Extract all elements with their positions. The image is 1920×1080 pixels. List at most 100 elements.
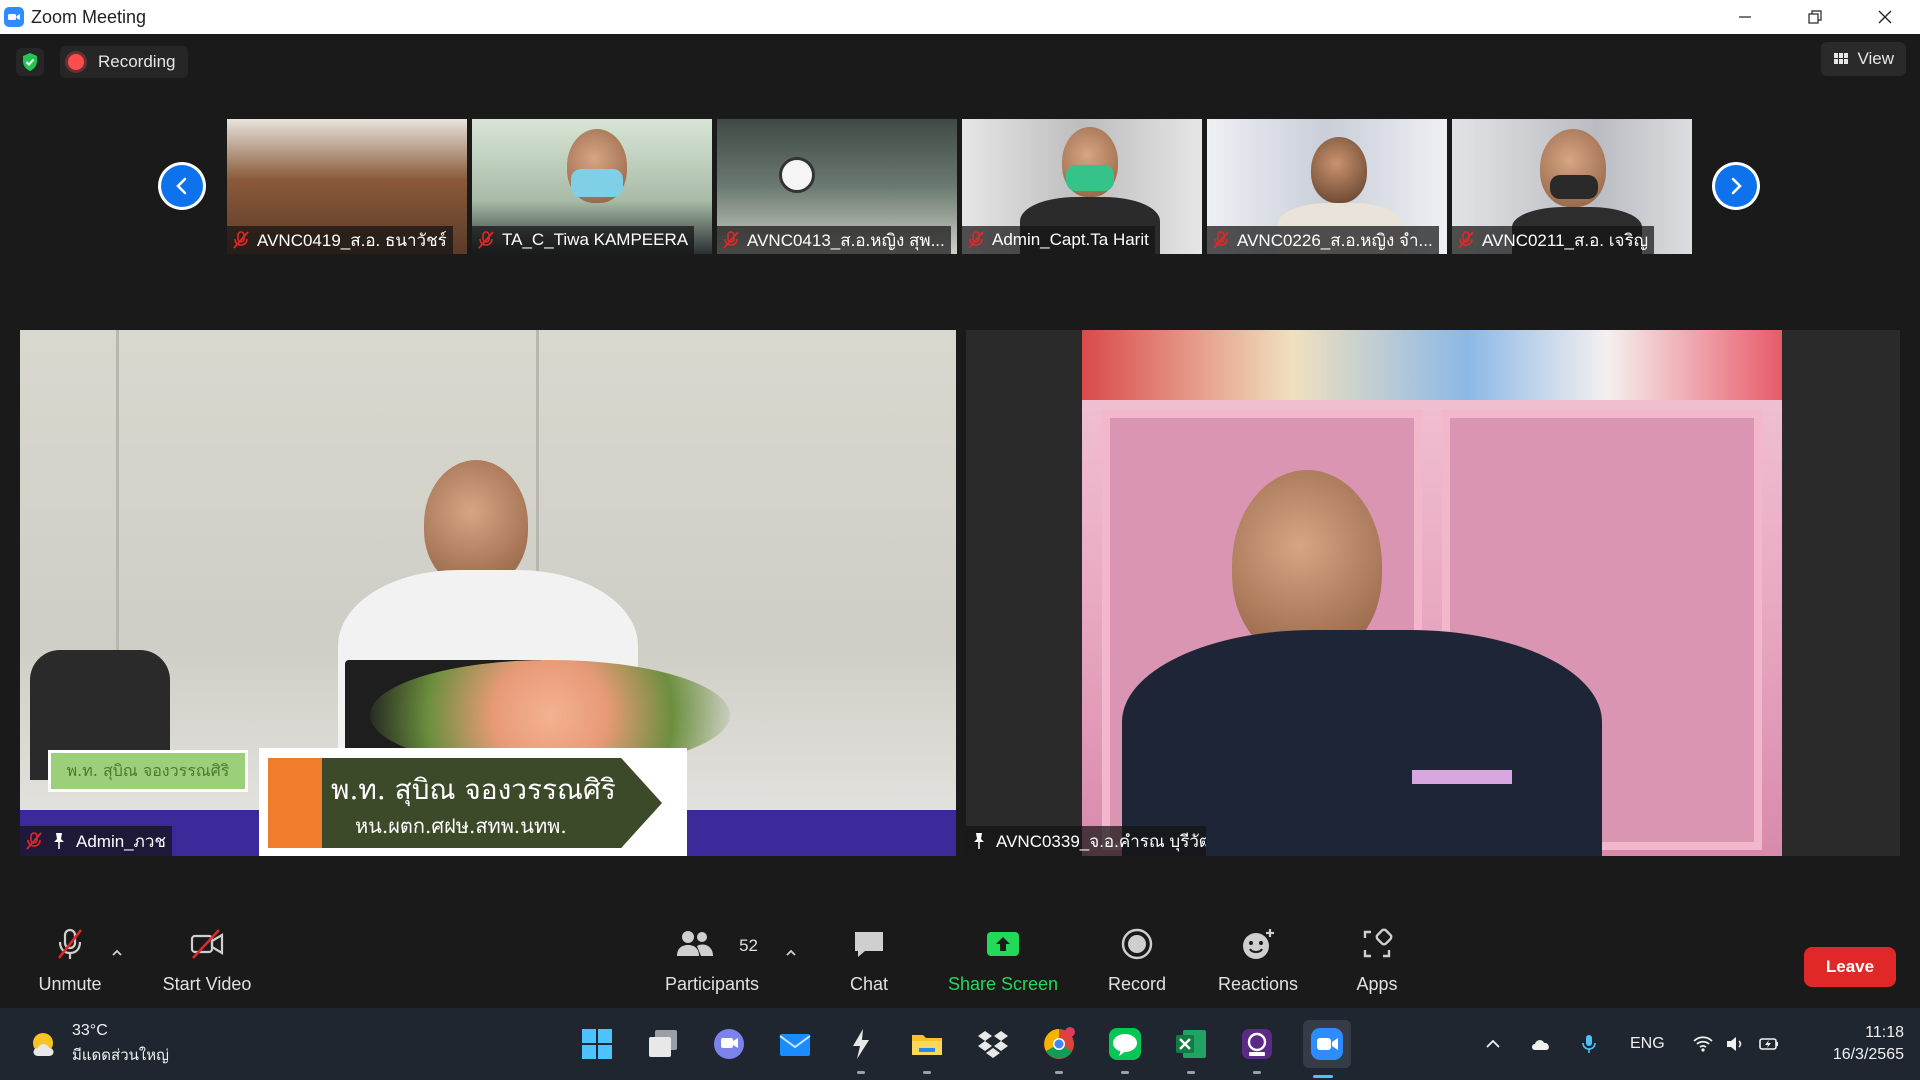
chat-icon — [855, 932, 883, 957]
share-screen-button[interactable]: Share Screen — [944, 918, 1062, 1008]
participant-name: AVNC0413_ส.อ.หญิง สุพ... — [747, 230, 945, 250]
participants-icon — [677, 931, 713, 956]
mic-muted-icon — [968, 231, 984, 249]
apps-button[interactable]: Apps — [1346, 918, 1408, 1008]
taskbar-line[interactable] — [1105, 1024, 1145, 1074]
main-video-tile-right[interactable]: AVNC0339_จ.อ.คำรณ บุรีวัฒน์ — [966, 330, 1900, 856]
mic-muted-icon — [1213, 231, 1229, 249]
taskbar-start-button[interactable] — [577, 1024, 617, 1064]
audio-options-caret-icon[interactable] — [110, 946, 124, 960]
tray-microphone[interactable] — [1578, 1008, 1600, 1080]
start-video-button[interactable]: Start Video — [152, 918, 262, 1008]
windows-taskbar: 33°C มีแดดส่วนใหญ่ ENG 11:18 16/3/2565 — [0, 1008, 1920, 1080]
recording-indicator[interactable]: Recording — [60, 46, 188, 78]
video-off-icon — [190, 929, 224, 959]
participant-name: AVNC0339_จ.อ.คำรณ บุรีวัฒน์ — [996, 831, 1206, 851]
chat-button[interactable]: Chat — [836, 918, 902, 1008]
taskbar-task-view[interactable] — [643, 1024, 683, 1064]
lightning-icon — [853, 1029, 869, 1059]
participant-thumbnail[interactable]: Admin_Capt.Ta Harit — [962, 119, 1202, 254]
participant-thumbnail[interactable]: AVNC0413_ส.อ.หญิง สุพ... — [717, 119, 957, 254]
title-bar: Zoom Meeting — [0, 0, 1920, 34]
pin-icon — [54, 833, 64, 849]
unmute-button[interactable]: Unmute — [24, 918, 116, 1008]
weather-condition: มีแดดส่วนใหญ่ — [72, 1047, 169, 1064]
participant-name: TA_C_Tiwa KAMPEERA — [502, 230, 689, 249]
participant-name-tag: AVNC0413_ส.อ.หญิง สุพ... — [717, 226, 951, 254]
taskbar-mail[interactable] — [775, 1024, 815, 1064]
close-icon — [1878, 10, 1892, 24]
meeting-top-bar: Recording View — [0, 34, 1920, 94]
close-button[interactable] — [1850, 0, 1920, 34]
tray-onedrive[interactable] — [1528, 1008, 1554, 1080]
security-shield-button[interactable] — [16, 48, 44, 76]
taskbar-file-explorer[interactable] — [907, 1024, 947, 1074]
restore-icon — [1808, 10, 1822, 24]
view-label: View — [1857, 49, 1894, 68]
reactions-button[interactable]: Reactions — [1212, 918, 1304, 1008]
taskbar-pdf-app[interactable] — [1237, 1024, 1277, 1074]
mic-muted-icon — [233, 231, 249, 249]
record-button[interactable]: Record — [1100, 918, 1174, 1008]
share-screen-icon — [987, 932, 1019, 956]
view-button[interactable]: View — [1821, 42, 1906, 76]
participants-label: Participants — [664, 974, 760, 994]
taskbar-excel[interactable] — [1171, 1024, 1211, 1074]
dropbox-icon — [978, 1031, 1008, 1058]
window-title: Zoom Meeting — [31, 6, 147, 27]
start-video-label: Start Video — [162, 974, 252, 994]
participant-name: AVNC0211_ส.อ. เจริญ — [1482, 230, 1649, 250]
participant-name-tag: AVNC0226_ส.อ.หญิง จำ... — [1207, 226, 1439, 254]
weather-widget[interactable]: 33°C มีแดดส่วนใหญ่ — [28, 1022, 169, 1067]
clock-time: 11:18 — [1865, 1024, 1904, 1041]
taskbar-chrome[interactable] — [1039, 1024, 1079, 1074]
previous-page-button[interactable] — [158, 162, 206, 210]
taskbar-clock[interactable]: 11:18 16/3/2565 — [1833, 1022, 1904, 1066]
participants-count: 52 — [739, 936, 758, 955]
participants-button[interactable]: 52 Participants — [658, 918, 766, 1008]
unmute-label: Unmute — [38, 974, 102, 994]
participant-thumbnail[interactable]: AVNC0226_ส.อ.หญิง จำ... — [1207, 119, 1447, 254]
mic-muted-icon — [723, 231, 739, 249]
taskbar-zoom[interactable] — [1303, 1020, 1351, 1078]
taskbar-app-lightning[interactable] — [841, 1024, 881, 1074]
pdf-app-icon — [1242, 1029, 1272, 1059]
reactions-label: Reactions — [1217, 974, 1299, 994]
mail-icon — [779, 1034, 811, 1056]
zoom-window: Zoom Meeting Recording View AVNC0419_ส.อ… — [0, 0, 1920, 1080]
participant-thumbnail[interactable]: TA_C_Tiwa KAMPEERA — [472, 119, 712, 254]
name-sign-board: พ.ท. สุบิณ จองวรรณศิริ หน.ผตก.ศฝษ.สทพ.นท… — [259, 748, 687, 856]
reactions-smiley-icon — [1243, 929, 1274, 959]
mic-muted-icon — [1458, 231, 1474, 249]
participant-name: AVNC0419_ส.อ. ธนาวัชร์ — [257, 230, 447, 250]
wifi-icon — [1693, 1036, 1713, 1052]
zoom-logo-icon — [4, 7, 24, 27]
tray-overflow-button[interactable] — [1482, 1008, 1504, 1080]
participants-options-caret-icon[interactable] — [784, 946, 798, 960]
taskbar-teams-chat[interactable] — [709, 1024, 749, 1064]
tray-network-volume-battery[interactable] — [1692, 1008, 1782, 1080]
leave-button[interactable]: Leave — [1804, 947, 1896, 987]
window-controls — [1710, 0, 1920, 34]
next-page-button[interactable] — [1712, 162, 1760, 210]
participant-name-tag: Admin_Capt.Ta Harit — [962, 226, 1155, 254]
restore-button[interactable] — [1780, 0, 1850, 34]
participant-thumbnail[interactable]: AVNC0211_ส.อ. เจริญ — [1452, 119, 1692, 254]
cloud-icon — [1532, 1040, 1549, 1050]
language-indicator: ENG — [1630, 1035, 1665, 1052]
participant-thumbnail[interactable]: AVNC0419_ส.อ. ธนาวัชร์ — [227, 119, 467, 254]
participant-name-tag: TA_C_Tiwa KAMPEERA — [472, 226, 695, 254]
taskbar-dropbox[interactable] — [973, 1024, 1013, 1064]
mic-muted-icon — [57, 928, 83, 959]
record-label: Record — [1107, 974, 1167, 994]
minimize-button[interactable] — [1710, 0, 1780, 34]
battery-charging-icon — [1759, 1038, 1778, 1050]
main-video-tile-left[interactable]: พ.ท. สุบิณ จองวรรณศิริ พ.ท. สุบิณ จองวรร… — [20, 330, 956, 856]
participant-name-tag: AVNC0419_ส.อ. ธนาวัชร์ — [227, 226, 453, 254]
chevron-up-icon — [1486, 1039, 1500, 1048]
mic-muted-icon — [478, 231, 494, 249]
line-app-icon — [1109, 1028, 1141, 1060]
windows-start-icon — [582, 1029, 612, 1059]
chevron-right-icon — [1731, 177, 1742, 195]
tray-language[interactable]: ENG — [1630, 1008, 1665, 1080]
